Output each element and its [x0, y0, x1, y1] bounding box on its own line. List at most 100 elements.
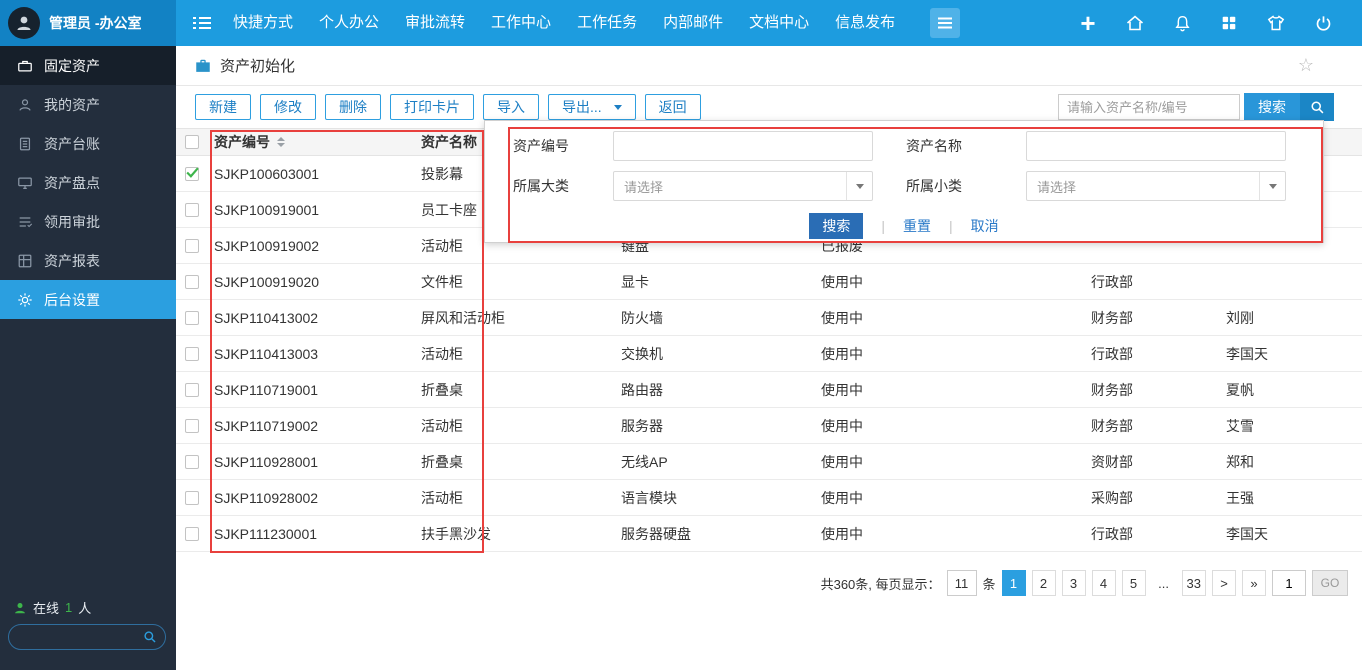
online-unit: 人: [78, 598, 91, 617]
sidebar-item-asset-inventory[interactable]: 资产盘点: [0, 163, 176, 202]
select-all-checkbox[interactable]: [185, 135, 199, 149]
page-button[interactable]: 2: [1032, 570, 1056, 596]
cell-department: 行政部: [1085, 524, 1220, 544]
sidebar-item-my-assets[interactable]: 我的资产: [0, 85, 176, 124]
home-icon[interactable]: [1124, 12, 1146, 34]
row-checkbox[interactable]: [185, 203, 199, 217]
goto-page-input[interactable]: [1272, 570, 1306, 596]
category-select[interactable]: 请选择: [613, 171, 873, 201]
sidebar-item-requisition-approval[interactable]: 领用审批: [0, 202, 176, 241]
table-row[interactable]: SJKP110719002 活动柜 服务器 使用中 财务部 艾雪: [176, 408, 1362, 444]
asset-search-input[interactable]: [1058, 94, 1240, 120]
page-button[interactable]: 3: [1062, 570, 1086, 596]
nav-item[interactable]: 审批流转: [392, 0, 478, 46]
sidebar-item-asset-reports[interactable]: 资产报表: [0, 241, 176, 280]
add-icon[interactable]: +: [1077, 12, 1099, 34]
table-row[interactable]: SJKP110719001 折叠桌 路由器 使用中 财务部 夏帆: [176, 372, 1362, 408]
new-button[interactable]: 新建: [195, 94, 251, 120]
reset-button[interactable]: 重置: [903, 216, 931, 236]
filter-code-input[interactable]: [613, 131, 873, 161]
delete-button[interactable]: 删除: [325, 94, 381, 120]
sidebar-item-fixed-assets[interactable]: 固定资产: [0, 46, 176, 85]
nav-item[interactable]: 快捷方式: [220, 0, 306, 46]
apps-grid-icon[interactable]: [1218, 12, 1240, 34]
last-page-button[interactable]: »: [1242, 570, 1266, 596]
table-row[interactable]: SJKP110413003 活动柜 交换机 使用中 行政部 李国天: [176, 336, 1362, 372]
page-button[interactable]: 4: [1092, 570, 1116, 596]
page-button[interactable]: 33: [1182, 570, 1206, 596]
table-row[interactable]: SJKP110928001 折叠桌 无线AP 使用中 资财部 郑和: [176, 444, 1362, 480]
sidebar-item-asset-ledger[interactable]: 资产台账: [0, 124, 176, 163]
nav-item[interactable]: 内部邮件: [650, 0, 736, 46]
avatar[interactable]: [8, 7, 40, 39]
cancel-button[interactable]: 取消: [971, 216, 999, 236]
row-checkbox[interactable]: [185, 275, 199, 289]
row-checkbox[interactable]: [185, 491, 199, 505]
edit-button[interactable]: 修改: [260, 94, 316, 120]
cell-device-name: 服务器: [615, 416, 815, 436]
filter-name-input[interactable]: [1026, 131, 1286, 161]
search-magnifier-button[interactable]: [1300, 93, 1334, 121]
briefcase-icon: [17, 58, 33, 74]
cell-department: 财务部: [1085, 308, 1220, 328]
filter-code-label: 资产编号: [513, 136, 613, 156]
sidebar-item-label: 领用审批: [44, 212, 100, 232]
nav-toggle-icon[interactable]: [192, 15, 212, 31]
sidebar-search-input[interactable]: [17, 630, 143, 644]
table-row[interactable]: SJKP110928002 活动柜 语言模块 使用中 采购部 王强: [176, 480, 1362, 516]
search-icon[interactable]: [143, 630, 157, 644]
monitor-icon: [17, 175, 33, 191]
cell-device-name: 服务器硬盘: [615, 524, 815, 544]
cell-device-name: 路由器: [615, 380, 815, 400]
panel-search-button[interactable]: 搜索: [809, 213, 863, 239]
nav-item[interactable]: 个人办公: [306, 0, 392, 46]
header-asset-code[interactable]: 资产编号: [208, 132, 415, 152]
page-size-box[interactable]: 11: [947, 570, 977, 596]
row-checkbox[interactable]: [185, 455, 199, 469]
more-menu-button[interactable]: [930, 8, 960, 38]
nav-item[interactable]: 工作任务: [564, 0, 650, 46]
sidebar-item-admin-settings[interactable]: 后台设置: [0, 280, 176, 319]
cell-status: 使用中: [815, 272, 1085, 292]
bell-icon[interactable]: [1171, 12, 1193, 34]
cell-asset-code: SJKP100919002: [208, 238, 415, 254]
next-page-button[interactable]: >: [1212, 570, 1236, 596]
sidebar-item-label: 资产台账: [44, 134, 100, 154]
user-zone[interactable]: 管理员 -办公室: [0, 0, 176, 46]
cell-user: 王强: [1220, 488, 1362, 508]
subcategory-select[interactable]: 请选择: [1026, 171, 1286, 201]
power-icon[interactable]: [1312, 12, 1334, 34]
cell-status: 使用中: [815, 488, 1085, 508]
nav-item[interactable]: 信息发布: [822, 0, 908, 46]
export-dropdown-button[interactable]: 导出...: [548, 94, 636, 120]
table-row[interactable]: SJKP111230001 扶手黑沙发 服务器硬盘 使用中 行政部 李国天: [176, 516, 1362, 552]
cell-device-name: 防火墙: [615, 308, 815, 328]
page-button[interactable]: 5: [1122, 570, 1146, 596]
theme-shirt-icon[interactable]: [1265, 12, 1287, 34]
search-button[interactable]: 搜索: [1244, 93, 1300, 121]
row-checkbox[interactable]: [185, 167, 199, 181]
row-checkbox[interactable]: [185, 311, 199, 325]
nav-item[interactable]: 文档中心: [736, 0, 822, 46]
table-row[interactable]: SJKP110413002 屏风和活动柜 防火墙 使用中 财务部 刘刚: [176, 300, 1362, 336]
row-checkbox[interactable]: [185, 419, 199, 433]
import-button[interactable]: 导入: [483, 94, 539, 120]
filter-name-label: 资产名称: [906, 136, 1026, 156]
row-checkbox[interactable]: [185, 527, 199, 541]
nav-item[interactable]: 工作中心: [478, 0, 564, 46]
page-button[interactable]: 1: [1002, 570, 1026, 596]
print-card-button[interactable]: 打印卡片: [390, 94, 474, 120]
table-row[interactable]: SJKP100919020 文件柜 显卡 使用中 行政部: [176, 264, 1362, 300]
row-checkbox[interactable]: [185, 347, 199, 361]
cell-user: 刘刚: [1220, 308, 1362, 328]
sort-icon[interactable]: [277, 137, 285, 147]
go-button[interactable]: GO: [1312, 570, 1348, 596]
row-checkbox[interactable]: [185, 239, 199, 253]
back-button[interactable]: 返回: [645, 94, 701, 120]
cell-status: 使用中: [815, 524, 1085, 544]
hamburger-icon: [937, 17, 953, 29]
sidebar-search: [8, 624, 166, 650]
row-checkbox[interactable]: [185, 383, 199, 397]
favorite-star-icon[interactable]: ☆: [1298, 55, 1314, 76]
cell-asset-name: 活动柜: [415, 344, 615, 364]
